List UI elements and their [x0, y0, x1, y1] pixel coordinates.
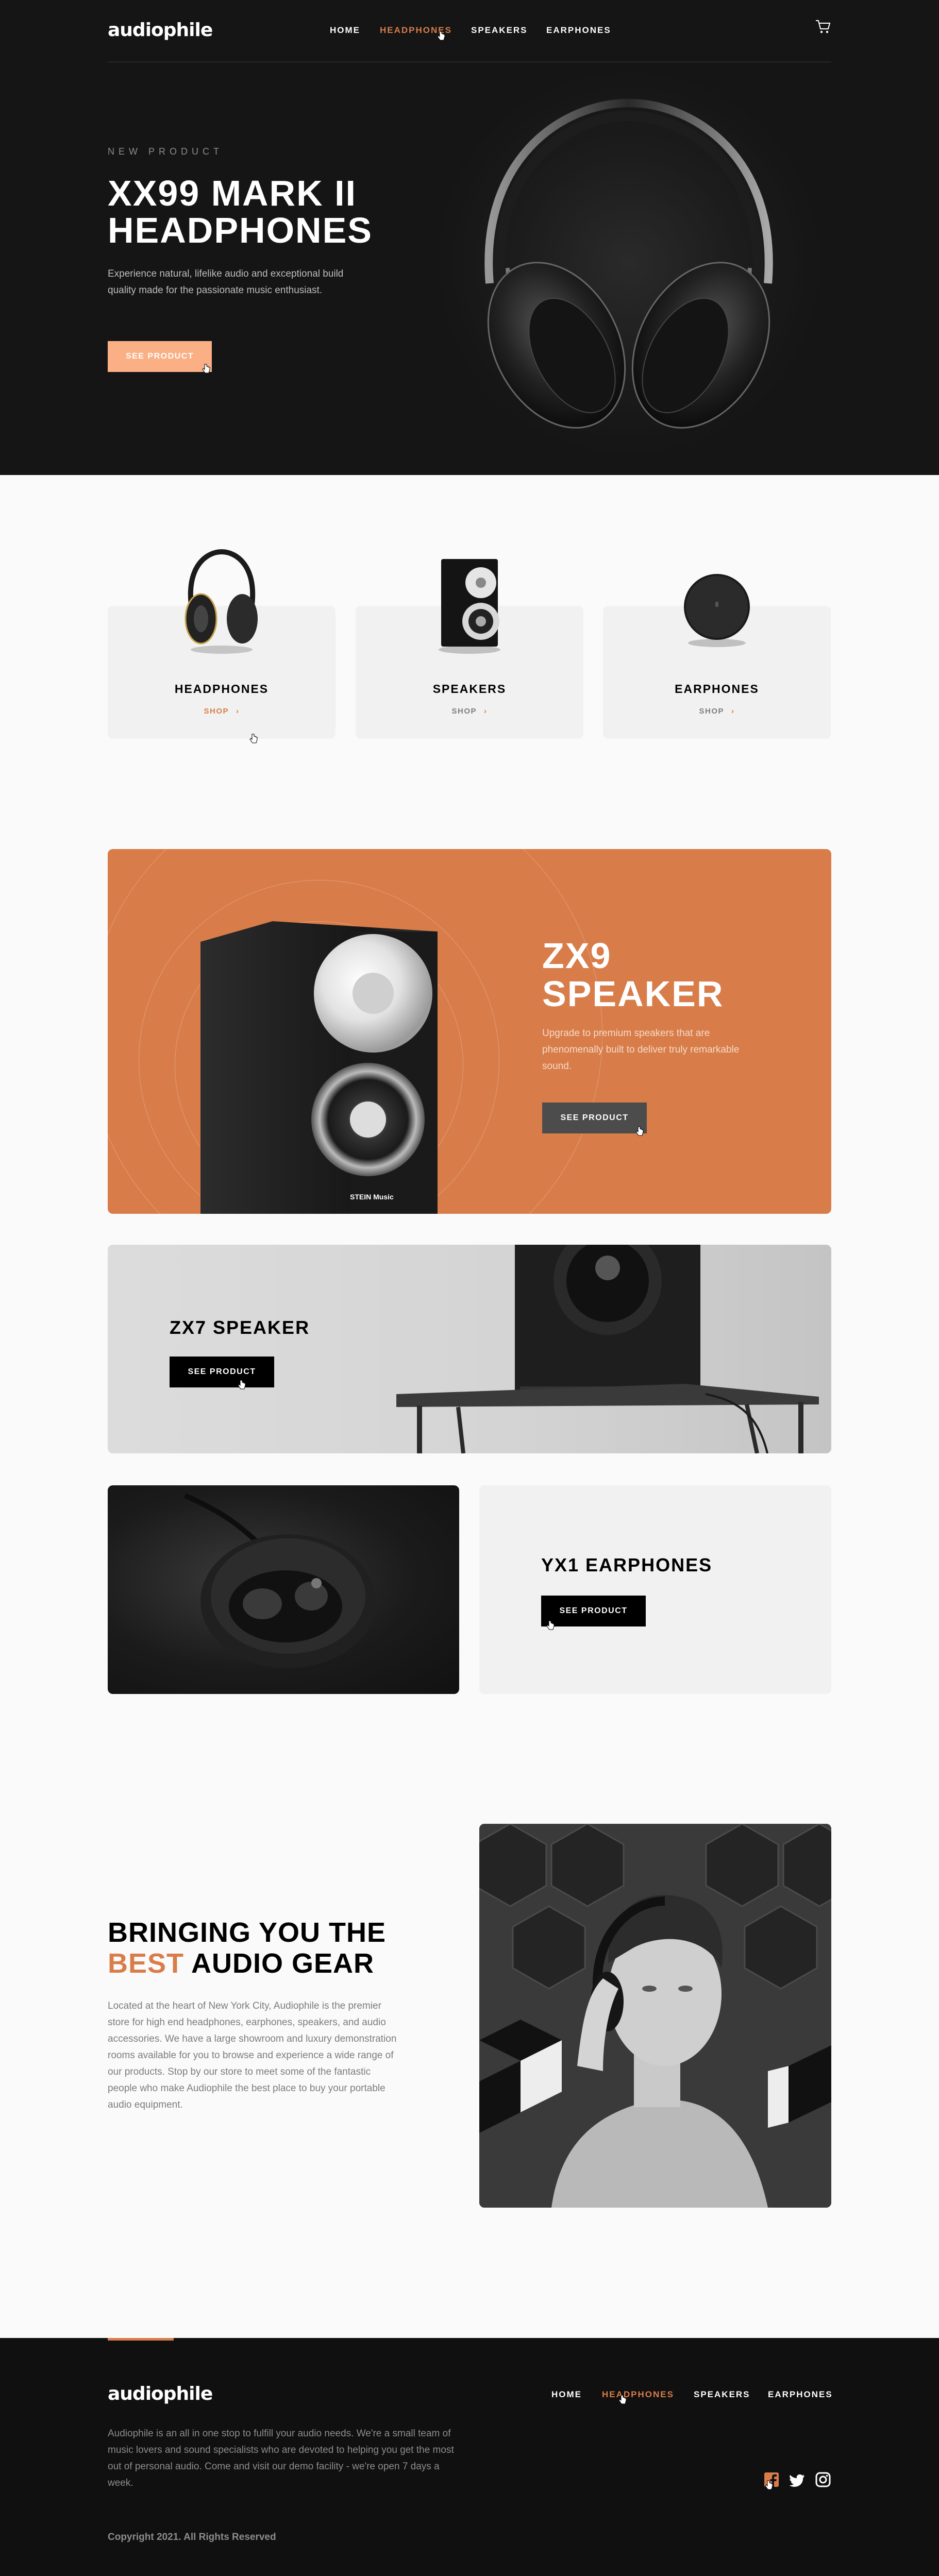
- category-shop-link[interactable]: SHOP ›: [356, 707, 583, 716]
- footer-nav-speakers[interactable]: SPEAKERS: [694, 2389, 750, 2400]
- chevron-right-icon: ›: [236, 707, 240, 716]
- about-description: Located at the heart of New York City, A…: [108, 2001, 397, 2110]
- shop-label: SHOP: [699, 707, 724, 716]
- pointer-cursor: [635, 1126, 644, 1136]
- pointer-cursor: [202, 364, 210, 374]
- footer-accent-bar: [108, 2338, 174, 2341]
- zx7-banner: ZX7 SPEAKER SEE PRODUCT: [108, 1245, 831, 1453]
- about-title-rest: AUDIO GEAR: [184, 1948, 375, 1979]
- copyright: Copyright 2021. All Rights Reserved: [108, 2532, 276, 2543]
- category-card-earphones[interactable]: EARPHONES SHOP ›: [603, 574, 831, 739]
- headphones-thumb: [185, 549, 258, 654]
- chevron-right-icon: ›: [484, 707, 488, 716]
- about-title-line1: BRINGING YOU THE: [108, 1917, 387, 1948]
- pointer-cursor: [546, 1620, 555, 1630]
- pointer-cursor: [238, 1380, 246, 1389]
- chevron-right-icon: ›: [731, 707, 735, 716]
- nav-earphones[interactable]: EARPHONES: [546, 25, 611, 36]
- yx1-see-product-button[interactable]: SEE PRODUCT: [541, 1596, 646, 1626]
- about-image: [479, 1824, 831, 2208]
- category-title: EARPHONES: [675, 682, 759, 696]
- earphones-case-image: [184, 1493, 376, 1668]
- nav-speakers[interactable]: SPEAKERS: [471, 25, 528, 36]
- listener-photo: [479, 1824, 831, 2208]
- footer-nav-home[interactable]: HOME: [551, 2389, 582, 2400]
- footer: audiophile HOME HEADPHONES SPEAKERS EARP…: [0, 2338, 939, 2576]
- twitter-icon[interactable]: [790, 2473, 805, 2488]
- yx1-image: [108, 1485, 459, 1694]
- pointer-cursor: [249, 734, 258, 743]
- category-shop-link[interactable]: SHOP ›: [108, 707, 336, 716]
- nav-home[interactable]: HOME: [330, 25, 360, 36]
- hero-overline: NEW PRODUCT: [108, 146, 223, 157]
- zx9-see-product-button[interactable]: SEE PRODUCT: [542, 1103, 647, 1133]
- footer-description: Audiophile is an all in one stop to fulf…: [108, 2428, 454, 2488]
- about-title-line2: BEST AUDIO GEAR: [108, 1948, 374, 1978]
- speaker-brand-mark: STEIN Music: [350, 1193, 394, 1201]
- footer-logo[interactable]: audiophile: [108, 2383, 213, 2404]
- zx9-description: Upgrade to premium speakers that are phe…: [542, 1028, 740, 1072]
- zx9-title-line2: SPEAKER: [542, 974, 724, 1014]
- category-title: SPEAKERS: [432, 682, 507, 696]
- category-card-headphones[interactable]: HEADPHONES SHOP ›: [108, 549, 336, 739]
- category-title: HEADPHONES: [174, 682, 269, 696]
- headphones-image: [484, 98, 773, 429]
- pointer-cursor: [765, 2480, 773, 2490]
- hero-title-line1: XX99 MARK II: [108, 173, 357, 213]
- hero-section: audiophile HOME HEADPHONES SPEAKERS EARP…: [0, 0, 939, 475]
- category-card-speakers[interactable]: SPEAKERS SHOP ›: [356, 559, 583, 739]
- zx9-banner: STEIN Music ZX9 SPEAKER Upgrade to premi…: [108, 849, 831, 1214]
- pointer-cursor: [618, 2395, 627, 2404]
- hero-see-product-button[interactable]: SEE PRODUCT: [108, 341, 212, 372]
- yx1-title: YX1 EARPHONES: [541, 1554, 713, 1575]
- logo[interactable]: audiophile: [108, 20, 213, 41]
- shop-label: SHOP: [204, 707, 229, 716]
- zx7-see-product-button[interactable]: SEE PRODUCT: [170, 1357, 274, 1387]
- hero-description: Experience natural, lifelike audio and e…: [108, 268, 344, 296]
- zx9-title-line1: ZX9: [542, 936, 612, 976]
- footer-nav-headphones[interactable]: HEADPHONES: [602, 2389, 674, 2400]
- zx7-speaker-image: [396, 1245, 819, 1453]
- about-title-accent: BEST: [108, 1948, 185, 1979]
- hero-title-line2: HEADPHONES: [108, 210, 373, 250]
- earphones-thumb: [684, 574, 750, 647]
- cart-icon[interactable]: [815, 20, 831, 34]
- speaker-thumb: [439, 559, 500, 654]
- instagram-icon[interactable]: [815, 2472, 831, 2487]
- pointer-cursor: [437, 31, 445, 41]
- category-shop-link[interactable]: SHOP ›: [603, 707, 831, 716]
- footer-nav-earphones[interactable]: EARPHONES: [768, 2389, 833, 2400]
- zx7-title: ZX7 SPEAKER: [170, 1317, 310, 1338]
- shop-label: SHOP: [451, 707, 477, 716]
- zx9-speaker-image: STEIN Music: [200, 921, 438, 1214]
- yx1-card: YX1 EARPHONES SEE PRODUCT: [479, 1485, 831, 1694]
